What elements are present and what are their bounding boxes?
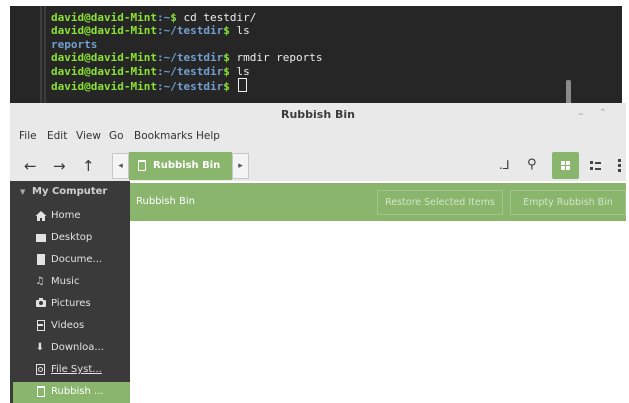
prompt-host: david@david-Mint: [51, 24, 157, 38]
maximize-button[interactable]: ˄: [600, 107, 606, 120]
sidebar-item-file-system[interactable]: File Syst...: [13, 360, 130, 381]
terminal-background-stripe: [40, 6, 42, 106]
file-view[interactable]: Rubbish Bin Restore Selected Items Empty…: [130, 181, 626, 403]
sidebar-item-videos[interactable]: Videos: [13, 316, 130, 337]
empty-rubbish-bin-button[interactable]: Empty Rubbish Bin: [510, 190, 626, 215]
terminal-line: reports: [51, 38, 323, 51]
path-scroll-right-button[interactable]: ▸: [232, 153, 249, 179]
search-icon[interactable]: ⚲: [527, 157, 537, 172]
menu-file[interactable]: File: [19, 130, 37, 142]
sidebar-item-label: Desktop: [51, 232, 93, 243]
info-bar-label: Rubbish Bin: [136, 196, 196, 207]
command-text: [230, 80, 237, 93]
breadcrumb-label: Rubbish Bin: [153, 160, 221, 171]
sidebar-item-desktop[interactable]: Desktop: [13, 228, 130, 249]
pictures-icon: [36, 298, 46, 307]
sidebar-item-label: File Syst...: [51, 364, 102, 375]
rubbish-bin-info-bar: Rubbish Bin Restore Selected Items Empty…: [130, 183, 626, 221]
prompt-symbol: $: [223, 24, 230, 38]
prompt-host: david@david-Mint: [51, 80, 157, 94]
trash-icon: [138, 160, 146, 171]
command-text: cd testdir/: [176, 11, 257, 24]
terminal-line[interactable]: david@david-Mint:~/testdir$: [51, 78, 323, 93]
prompt-symbol: $: [223, 51, 230, 65]
sidebar-item-label: Pictures: [51, 298, 91, 309]
path-scroll-left-button[interactable]: ◂: [112, 153, 129, 179]
sidebar-item-rubbish-bin[interactable]: Rubbish ...: [13, 382, 130, 403]
menu-edit[interactable]: Edit: [47, 130, 67, 142]
icon-view-button[interactable]: [552, 152, 579, 179]
prompt-path: :~/testdir: [156, 64, 224, 78]
terminal-output: david@david-Mint:~$ cd testdir/ david@da…: [51, 11, 323, 93]
prompt-path: :~/testdir: [156, 24, 224, 38]
sidebar-section-label: My Computer: [32, 186, 108, 197]
grid-icon: [561, 161, 570, 170]
up-button[interactable]: ↑: [82, 158, 95, 174]
sidebar-item-label: Home: [51, 210, 81, 221]
videos-icon: [37, 320, 45, 331]
forward-button[interactable]: →: [53, 158, 66, 174]
terminal-line: david@david-Mint:~$ cd testdir/: [51, 11, 323, 24]
trash-icon: [37, 386, 45, 397]
prompt-host: david@david-Mint: [51, 51, 157, 65]
list-view-icon[interactable]: [590, 161, 601, 170]
command-text: rmdir reports: [229, 51, 323, 65]
prompt-symbol: $: [170, 11, 177, 24]
toggle-location-icon[interactable]: .⅃: [499, 158, 510, 172]
sidebar-item-home[interactable]: Home: [13, 206, 130, 227]
drive-icon: [36, 364, 45, 375]
prompt-symbol: $: [223, 80, 230, 94]
command-output: reports: [51, 37, 98, 51]
command-text: ls: [229, 64, 250, 78]
sidebar-item-label: Music: [51, 276, 80, 287]
sidebar-item-label: Rubbish ...: [51, 386, 104, 397]
window-title: Rubbish Bin: [280, 108, 355, 121]
prompt-path: :~/testdir: [156, 80, 224, 94]
minimize-button[interactable]: –: [578, 107, 584, 120]
menu-bookmarks[interactable]: Bookmarks: [134, 130, 193, 142]
menu-view[interactable]: View: [76, 130, 101, 142]
prompt-path: :~/testdir: [156, 51, 224, 65]
prompt-path: :~: [156, 11, 171, 24]
music-icon: ♫: [35, 276, 45, 287]
restore-selected-items-button[interactable]: Restore Selected Items: [377, 190, 503, 215]
menu-help[interactable]: Help: [196, 130, 220, 142]
command-text: ls: [229, 24, 250, 38]
downloads-icon: ⬇: [35, 342, 45, 353]
back-button[interactable]: ←: [24, 158, 37, 174]
title-bar[interactable]: Rubbish Bin – ˄: [10, 103, 626, 127]
prompt-host: david@david-Mint: [51, 64, 157, 78]
terminal-line: david@david-Mint:~/testdir$ ls: [51, 24, 323, 37]
prompt-symbol: $: [223, 64, 230, 78]
desktop-icon: [36, 234, 46, 242]
documents-icon: [37, 254, 45, 265]
sidebar-item-label: Downloa...: [51, 342, 104, 353]
collapse-caret-icon: ▼: [20, 188, 26, 196]
terminal-background-stripe: [44, 6, 46, 106]
terminal-cursor: [238, 78, 248, 93]
terminal-window[interactable]: david@david-Mint:~$ cd testdir/ david@da…: [10, 6, 622, 106]
home-icon: [35, 211, 47, 221]
sidebar-item-label: Docume...: [51, 254, 103, 265]
sidebar-item-pictures[interactable]: Pictures: [13, 294, 130, 315]
menu-go[interactable]: Go: [109, 130, 124, 142]
sidebar: ▼ My Computer Home Desktop Docume... ♫ M…: [10, 181, 130, 403]
breadcrumb-rubbish-bin[interactable]: Rubbish Bin: [129, 152, 232, 180]
compact-view-icon[interactable]: [618, 159, 621, 172]
sidebar-item-documents[interactable]: Docume...: [13, 250, 130, 271]
sidebar-item-downloads[interactable]: ⬇ Downloa...: [13, 338, 130, 359]
terminal-line: david@david-Mint:~/testdir$ rmdir report…: [51, 51, 323, 64]
file-manager-window: Rubbish Bin – ˄ File Edit View Go Bookma…: [10, 103, 626, 403]
sidebar-item-music[interactable]: ♫ Music: [13, 272, 130, 293]
sidebar-item-label: Videos: [51, 320, 85, 331]
terminal-line: david@david-Mint:~/testdir$ ls: [51, 65, 323, 78]
prompt-host: david@david-Mint: [51, 11, 157, 24]
